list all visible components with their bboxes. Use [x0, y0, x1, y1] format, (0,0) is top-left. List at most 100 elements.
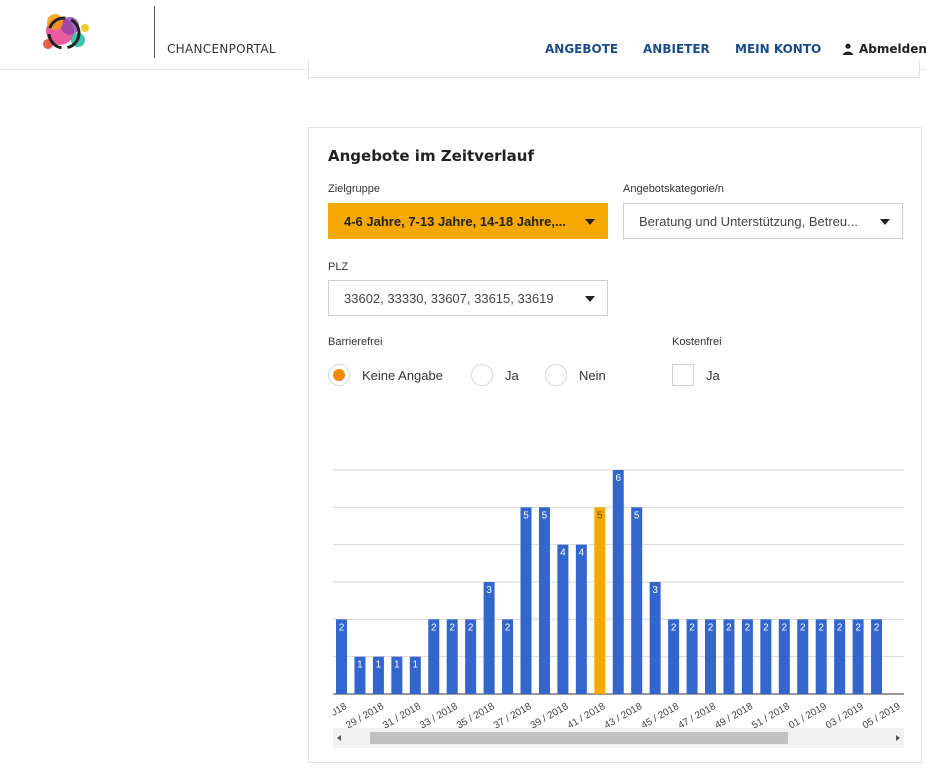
chart-bar — [557, 544, 569, 694]
x-tick-label: 39 / 2018 — [529, 701, 571, 732]
previous-card-bottom — [308, 60, 920, 78]
bar-value-label: 3 — [652, 585, 658, 596]
bar-value-label: 3 — [486, 585, 492, 596]
radio-label-nein: Nein — [579, 367, 606, 383]
bar-value-label: 1 — [376, 660, 382, 671]
x-tick-label: 33 / 2018 — [418, 701, 460, 732]
bar-value-label: 2 — [671, 622, 677, 633]
radio-label-ja: Ja — [505, 367, 519, 383]
chart-bar — [649, 582, 661, 694]
scroll-right-icon[interactable] — [896, 735, 900, 741]
card-title: Angebote im Zeitverlauf — [328, 147, 534, 165]
bar-value-label: 2 — [818, 622, 824, 633]
kostenfrei-checkbox-label: Ja — [706, 367, 720, 383]
zielgruppe-value: 4-6 Jahre, 7-13 Jahre, 14-18 Jahre,... — [344, 213, 566, 229]
bar-value-label: 2 — [874, 622, 880, 633]
header-divider — [154, 6, 155, 58]
nav-mein-konto[interactable]: MEIN KONTO — [735, 42, 821, 56]
nav-angebote[interactable]: ANGEBOTE — [545, 42, 618, 56]
x-tick-label: 01 / 2019 — [787, 701, 829, 732]
bar-chart: 2 1 1 1 1 2 2 2 3 2 5 5 4 4 5 6 5 3 2 2 2 2 2 2 2 2 2 2 2 2 2018 29 / 2… — [333, 463, 904, 743]
bar-value-label: 5 — [597, 510, 603, 521]
x-tick-label: 37 / 2018 — [492, 701, 534, 732]
plz-value: 33602, 33330, 33607, 33615, 33619 — [344, 290, 554, 306]
bar-value-label: 2 — [800, 622, 806, 633]
bar-value-label: 2 — [782, 622, 788, 633]
radio-keine-angabe[interactable] — [328, 364, 350, 386]
chart-bar — [520, 507, 532, 694]
x-tick-label: 31 / 2018 — [381, 701, 423, 732]
bar-value-label: 2 — [763, 622, 769, 633]
logout-label: Abmelden — [859, 42, 926, 56]
kategorie-select[interactable]: Beratung und Unterstützung, Betreu... — [623, 203, 903, 239]
radio-selected-dot — [333, 369, 345, 381]
bar-value-label: 4 — [560, 548, 566, 559]
bar-value-label: 6 — [615, 473, 621, 484]
chart-bar — [575, 544, 587, 694]
radio-nein[interactable] — [545, 364, 567, 386]
x-tick-label: 45 / 2018 — [639, 701, 681, 732]
bar-value-label: 2 — [837, 622, 843, 633]
bar-value-label: 2 — [855, 622, 861, 633]
kategorie-label: Angebotskategorie/n — [623, 183, 724, 195]
x-tick-label: 03 / 2019 — [824, 701, 866, 732]
bar-value-label: 5 — [542, 510, 548, 521]
kostenfrei-label: Kostenfrei — [672, 336, 722, 348]
plz-label: PLZ — [328, 261, 349, 273]
barrierefrei-label: Barrierefrei — [328, 336, 383, 348]
chevron-down-icon — [585, 219, 595, 225]
bar-value-label: 5 — [523, 510, 529, 521]
x-tick-label: 43 / 2018 — [603, 701, 645, 732]
x-tick-label: 49 / 2018 — [713, 701, 755, 732]
barrierefrei-option-nein[interactable]: Nein — [545, 364, 606, 386]
radio-ja[interactable] — [471, 364, 493, 386]
chart-bar — [538, 507, 550, 694]
bar-value-label: 1 — [357, 660, 363, 671]
x-tick-label: 51 / 2018 — [750, 701, 792, 732]
chart-bar — [612, 470, 624, 694]
x-tick-label: 35 / 2018 — [455, 701, 497, 732]
bar-value-label: 2 — [708, 622, 714, 633]
x-tick-label: 41 / 2018 — [566, 701, 608, 732]
chart-horizontal-scrollbar[interactable] — [333, 728, 904, 748]
bar-value-label: 1 — [413, 660, 419, 671]
radio-label-keine-angabe: Keine Angabe — [362, 367, 443, 383]
chart-bar — [594, 507, 606, 694]
bar-value-label: 2 — [339, 622, 345, 633]
barrierefrei-option-keine-angabe[interactable]: Keine Angabe — [328, 364, 443, 386]
bar-value-label: 2 — [689, 622, 695, 633]
portal-name: CHANCENPORTAL — [167, 42, 276, 56]
bar-value-label: 2 — [431, 622, 437, 633]
bar-value-label: 2 — [449, 622, 455, 633]
kategorie-value: Beratung und Unterstützung, Betreu... — [639, 213, 858, 229]
zielgruppe-select[interactable]: 4-6 Jahre, 7-13 Jahre, 14-18 Jahre,... — [328, 203, 608, 239]
nav-anbieter[interactable]: ANBIETER — [643, 42, 710, 56]
chancenportal-logo[interactable] — [34, 6, 94, 60]
x-tick-label: 29 / 2018 — [344, 701, 386, 732]
scrollbar-thumb[interactable] — [370, 732, 788, 744]
x-tick-label: 47 / 2018 — [676, 701, 718, 732]
chart-bar — [631, 507, 643, 694]
x-tick-label: 2018 — [333, 701, 349, 722]
plz-select[interactable]: 33602, 33330, 33607, 33615, 33619 — [328, 280, 608, 316]
bar-value-label: 2 — [468, 622, 474, 633]
bar-chart-svg: 2 1 1 1 1 2 2 2 3 2 5 5 4 4 5 6 5 3 2 2 2 2 2 2 2 2 2 2 2 2 201829 / 2… — [333, 469, 904, 732]
bar-value-label: 2 — [505, 622, 511, 633]
bar-value-label: 2 — [726, 622, 732, 633]
bar-value-label: 1 — [394, 660, 400, 671]
scroll-left-icon[interactable] — [337, 735, 341, 741]
bar-value-label: 2 — [745, 622, 751, 633]
user-icon — [843, 43, 853, 55]
bar-value-label: 5 — [634, 510, 640, 521]
x-tick-label: 05 / 2019 — [861, 701, 903, 732]
chart-bar — [483, 582, 495, 694]
kostenfrei-option[interactable]: Ja — [672, 364, 720, 386]
chevron-down-icon — [585, 296, 595, 302]
zielgruppe-label: Zielgruppe — [328, 183, 380, 195]
barrierefrei-option-ja[interactable]: Ja — [471, 364, 519, 386]
logout-link[interactable]: Abmelden — [842, 42, 926, 56]
kostenfrei-checkbox[interactable] — [672, 364, 694, 386]
chevron-down-icon — [880, 219, 890, 225]
bar-value-label: 4 — [579, 548, 585, 559]
angebote-zeitverlauf-card: Angebote im Zeitverlauf Zielgruppe 4-6 J… — [308, 127, 922, 763]
